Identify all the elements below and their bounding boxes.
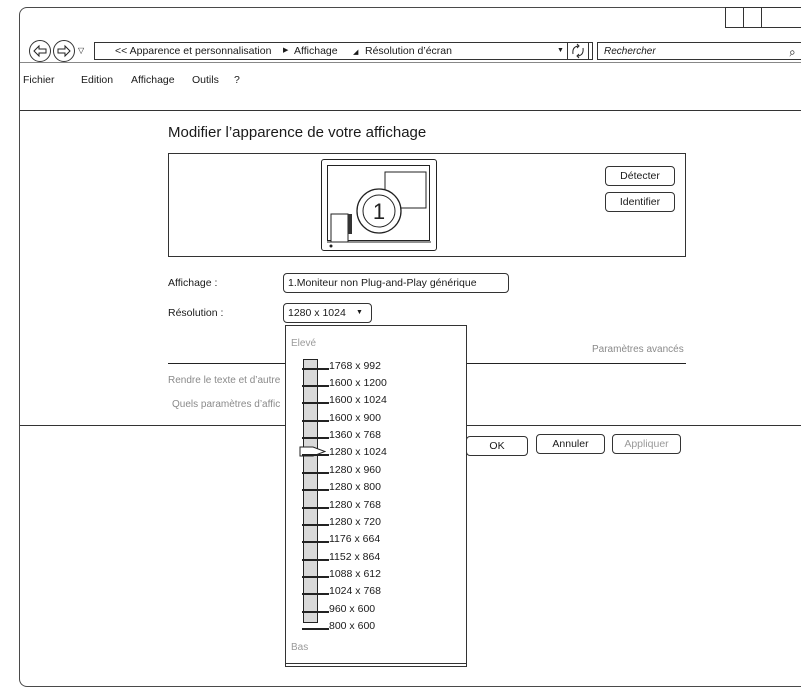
resolution-tick	[302, 559, 329, 561]
resolution-option[interactable]: 1176 x 664	[329, 533, 380, 545]
resolution-option[interactable]: 1600 x 900	[329, 412, 381, 424]
resolution-option[interactable]: 1360 x 768	[329, 429, 381, 441]
refresh-icon	[572, 43, 584, 59]
resolution-tick	[302, 402, 329, 404]
breadcrumb-3[interactable]: Résolution d’écran	[365, 45, 452, 57]
detect-button[interactable]: Détecter	[605, 166, 675, 186]
breadcrumb-1[interactable]: << Apparence et personnalisation	[115, 45, 271, 57]
maximize-button[interactable]	[744, 8, 762, 27]
low-label: Bas	[291, 642, 309, 653]
resolution-tick	[302, 489, 329, 491]
resolution-option[interactable]: 1024 x 768	[329, 585, 381, 597]
resolution-tick	[302, 437, 329, 439]
resolution-tick	[302, 507, 329, 509]
resolution-tick	[302, 385, 329, 387]
high-label: Elevé	[291, 338, 317, 349]
arrow-left-icon	[33, 44, 47, 58]
arrow-right-icon	[57, 44, 71, 58]
breadcrumb-separator-icon: ◢	[353, 49, 359, 56]
resolution-tick	[302, 611, 329, 613]
resolution-label: Résolution :	[168, 307, 224, 319]
resolution-tick	[302, 576, 329, 578]
resolution-slider-track[interactable]	[303, 359, 318, 623]
caption-buttons	[725, 7, 801, 28]
search-icon[interactable]: ⌕	[788, 45, 797, 61]
breadcrumb-2[interactable]: Affichage	[294, 45, 338, 57]
resolution-tick	[302, 593, 329, 595]
page-title: Modifier l’apparence de votre affichage	[168, 124, 427, 141]
resolution-tick	[302, 628, 329, 630]
display-preview: 1 Détecter Identifier	[168, 153, 686, 257]
monitor-preview[interactable]: 1	[321, 159, 437, 251]
display-select[interactable]: 1.Moniteur non Plug-and-Play générique	[283, 273, 509, 293]
advanced-settings-link[interactable]: Paramètres avancés	[592, 344, 684, 355]
resolution-tick	[302, 368, 329, 370]
text-size-link[interactable]: Rendre le texte et d’autre	[168, 375, 280, 386]
resolution-option[interactable]: 1600 x 1200	[329, 377, 387, 389]
resolution-tick	[302, 541, 329, 543]
monitor-number: 1	[373, 199, 385, 224]
menu-fichier[interactable]: Fichier	[23, 74, 55, 86]
resolution-tick	[302, 420, 329, 422]
menu-edition[interactable]: Edition	[81, 74, 113, 86]
resolution-option[interactable]: 1152 x 864	[329, 551, 380, 563]
resolution-tick	[302, 472, 329, 474]
menu-affichage[interactable]: Affichage	[131, 74, 175, 86]
resolution-option[interactable]: 800 x 600	[329, 620, 375, 632]
cancel-button[interactable]: Annuler	[536, 434, 605, 454]
resolution-option[interactable]: 1088 x 612	[329, 568, 381, 580]
resolution-dropdown: Elevé Bas 1768 x 992 1600 x 1200 1600 x 10…	[285, 325, 467, 667]
minimize-button[interactable]	[726, 8, 744, 27]
history-dropdown-icon[interactable]: ▽	[78, 46, 84, 55]
ok-button[interactable]: OK	[466, 436, 528, 456]
address-bar[interactable]: << Apparence et personnalisation ▶ Affic…	[94, 42, 593, 60]
menu-bar: Fichier Edition Affichage Outils ?	[20, 62, 801, 86]
search-box[interactable]: Rechercher ⌕	[597, 42, 801, 60]
display-label: Affichage :	[168, 277, 218, 289]
chevron-down-icon: ▼	[356, 309, 363, 316]
divider	[20, 110, 801, 111]
resolution-tick	[302, 454, 329, 456]
resolution-option[interactable]: 960 x 600	[329, 603, 375, 615]
resolution-option[interactable]: 1600 x 1024	[329, 394, 387, 406]
divider	[286, 663, 466, 664]
resolution-option[interactable]: 1280 x 1024	[329, 446, 387, 458]
resolution-option[interactable]: 1280 x 720	[329, 516, 381, 528]
resolution-option[interactable]: 1768 x 992	[329, 360, 381, 372]
breadcrumb-separator-icon: ▶	[283, 47, 289, 54]
refresh-button[interactable]	[567, 42, 589, 60]
resolution-tick	[302, 524, 329, 526]
address-dropdown-icon[interactable]: ▼	[557, 47, 564, 54]
close-button[interactable]	[762, 8, 801, 27]
identify-button[interactable]: Identifier	[605, 192, 675, 212]
monitor-graphic: 1	[327, 171, 431, 248]
apply-button[interactable]: Appliquer	[612, 434, 681, 454]
menu-help[interactable]: ?	[234, 74, 240, 86]
resolution-option[interactable]: 1280 x 800	[329, 481, 381, 493]
back-button[interactable]	[29, 40, 51, 62]
search-placeholder: Rechercher	[604, 46, 656, 57]
forward-button[interactable]	[53, 40, 75, 62]
resolution-option[interactable]: 1280 x 768	[329, 499, 381, 511]
resolution-value: 1280 x 1024	[288, 307, 346, 319]
menu-outils[interactable]: Outils	[192, 74, 219, 86]
display-settings-link[interactable]: Quels paramètres d’affic	[172, 399, 280, 410]
resolution-option[interactable]: 1280 x 960	[329, 464, 381, 476]
resolution-select[interactable]: 1280 x 1024 ▼	[283, 303, 372, 323]
